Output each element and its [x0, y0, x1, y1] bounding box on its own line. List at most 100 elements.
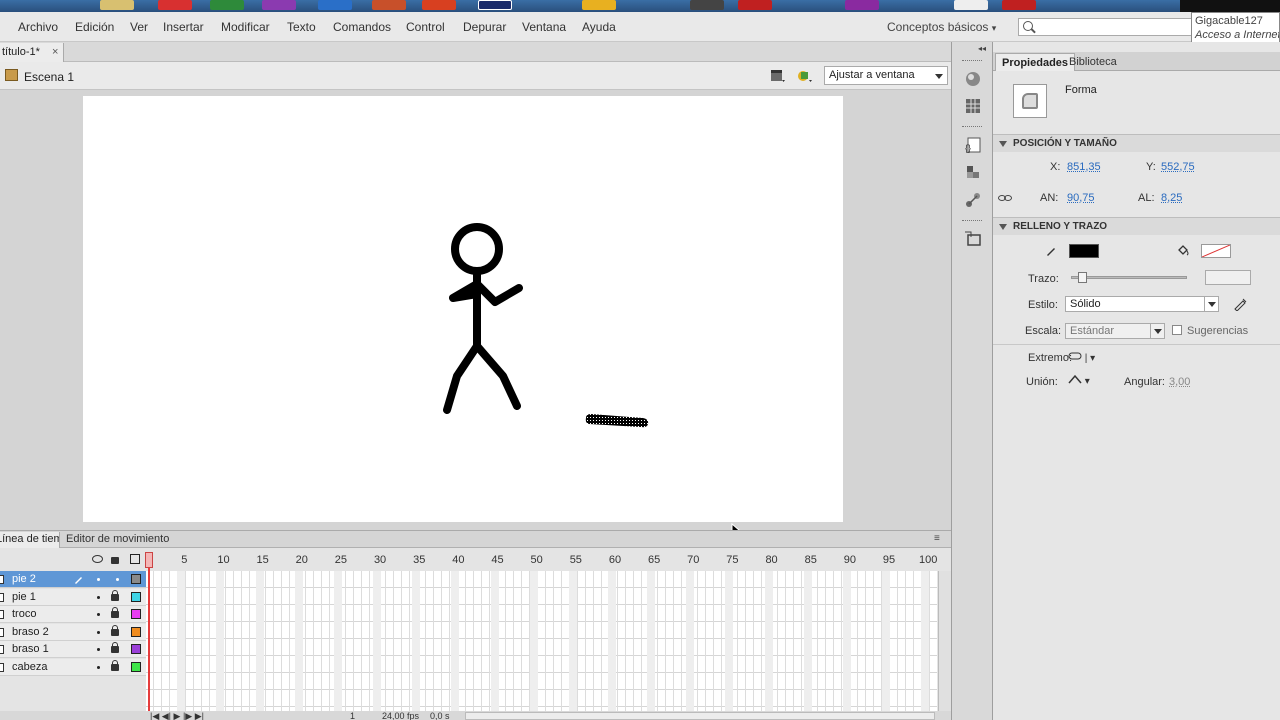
frame-ruler[interactable]: 1510152025303540455055606570758085909510… — [0, 549, 951, 571]
tab-timeline[interactable]: Línea de tiempo — [0, 532, 60, 548]
frame-rate[interactable]: 24,00 fps — [382, 711, 419, 720]
menu-ver[interactable]: Ver — [130, 20, 148, 34]
visibility-toggle[interactable] — [97, 578, 100, 581]
visibility-toggle[interactable] — [97, 665, 100, 669]
stick-figure-drawing[interactable] — [83, 96, 843, 522]
stage[interactable] — [83, 96, 843, 522]
lock-icon[interactable] — [111, 607, 119, 618]
menu-insertar[interactable]: Insertar — [163, 20, 204, 34]
menu-modificar[interactable]: Modificar — [221, 20, 270, 34]
document-tab[interactable]: título-1* × — [0, 43, 64, 62]
taskbar-app-icon[interactable] — [262, 0, 296, 10]
taskbar-app-icon[interactable] — [372, 0, 406, 10]
taskbar-app-icon[interactable] — [318, 0, 352, 10]
layer-name[interactable]: pie 2 — [12, 573, 36, 585]
motion-presets-icon[interactable] — [964, 191, 982, 209]
timeline-scrollbar[interactable] — [938, 571, 951, 711]
visibility-toggle[interactable] — [97, 613, 100, 616]
layer-name[interactable]: troco — [12, 608, 36, 620]
layer-color-box[interactable] — [131, 644, 141, 654]
menu-depurar[interactable]: Depurar — [463, 20, 506, 34]
layer-name[interactable]: braso 2 — [12, 626, 49, 638]
color-icon[interactable] — [964, 70, 982, 88]
components-icon[interactable] — [964, 163, 982, 181]
tab-motion-editor[interactable]: Editor de movimiento — [62, 532, 172, 548]
layer-name[interactable]: cabeza — [12, 661, 47, 673]
x-value[interactable]: 851,35 — [1067, 161, 1101, 173]
stroke-slider[interactable] — [1071, 276, 1187, 279]
taskbar-app-icon[interactable] — [690, 0, 724, 10]
menu-comandos[interactable]: Comandos — [333, 20, 391, 34]
taskbar-app-icon[interactable] — [1002, 0, 1036, 10]
lock-icon[interactable] — [111, 589, 119, 601]
menu-control[interactable]: Control — [406, 20, 445, 34]
hints-checkbox[interactable] — [1172, 325, 1182, 335]
taskbar-app-icon[interactable] — [158, 0, 192, 10]
edit-style-pencil-icon[interactable] — [1233, 297, 1247, 311]
section-fill-stroke[interactable]: RELLENO Y TRAZO — [993, 217, 1280, 235]
playhead-handle[interactable] — [145, 552, 153, 568]
figure-leg-1[interactable] — [443, 342, 481, 414]
zoom-select[interactable]: Ajustar a ventana — [824, 66, 948, 85]
frame-grid[interactable] — [146, 571, 937, 711]
stroke-style-select[interactable]: Sólido — [1065, 296, 1219, 312]
lock-icon[interactable] — [111, 659, 119, 671]
layer-color-box[interactable] — [131, 626, 141, 637]
layer-row[interactable]: braso 1 — [0, 641, 146, 658]
panel-menu-icon[interactable]: ≡ — [934, 533, 940, 544]
menu-archivo[interactable]: Archivo — [18, 20, 58, 34]
tab-library[interactable]: Biblioteca — [1063, 53, 1123, 71]
layer-row[interactable]: troco — [0, 606, 146, 623]
help-search-input[interactable] — [1018, 18, 1198, 36]
stroke-slider-thumb[interactable] — [1078, 272, 1087, 283]
taskbar-app-icon[interactable] — [100, 0, 134, 10]
taskbar-app-icon[interactable] — [582, 0, 616, 10]
edit-scene-icon[interactable] — [770, 69, 786, 83]
join-style-select[interactable]: ▾ — [1068, 374, 1090, 387]
layer-name[interactable]: pie 1 — [12, 591, 36, 603]
layer-row[interactable]: cabeza — [0, 658, 146, 676]
edit-symbols-icon[interactable] — [797, 69, 813, 83]
swatches-icon[interactable] — [964, 97, 982, 115]
taskbar-app-icon[interactable] — [478, 0, 512, 10]
menu-texto[interactable]: Texto — [287, 20, 316, 34]
stroke-color-swatch[interactable] — [1069, 244, 1099, 258]
taskbar-app-icon[interactable] — [845, 0, 879, 10]
layer-row[interactable]: pie 1 — [0, 588, 146, 606]
menu-edicion[interactable]: Edición — [75, 20, 114, 34]
figure-head[interactable] — [451, 223, 503, 275]
link-icon[interactable] — [998, 194, 1012, 202]
visibility-toggle[interactable] — [97, 595, 100, 599]
current-frame[interactable]: 1 — [350, 711, 355, 720]
fill-color-swatch[interactable] — [1201, 244, 1231, 258]
layer-name[interactable]: braso 1 — [12, 643, 49, 655]
lock-icon[interactable] — [111, 642, 119, 653]
taskbar-app-icon[interactable] — [954, 0, 988, 10]
figure-leg-2[interactable] — [473, 342, 521, 410]
collapse-arrows-icon[interactable]: ◂◂ — [978, 44, 986, 53]
figure-arms[interactable] — [449, 280, 523, 306]
layer-row[interactable]: braso 2 — [0, 623, 146, 641]
visibility-toggle[interactable] — [97, 648, 100, 651]
playhead[interactable] — [148, 552, 150, 712]
menu-ventana[interactable]: Ventana — [522, 20, 566, 34]
taskbar-app-icon[interactable] — [210, 0, 244, 10]
height-value[interactable]: 8,25 — [1161, 192, 1182, 204]
layer-row[interactable]: pie 2 — [0, 571, 146, 588]
layer-color-box[interactable] — [131, 661, 141, 672]
layer-color-box[interactable] — [131, 591, 141, 602]
y-value[interactable]: 552,75 — [1161, 161, 1195, 173]
lock-toggle[interactable] — [116, 578, 119, 581]
actions-icon[interactable]: {} — [964, 136, 982, 154]
taskbar-app-icon[interactable] — [738, 0, 772, 10]
menu-ayuda[interactable]: Ayuda — [582, 20, 616, 34]
workspace-switcher[interactable]: Conceptos básicos ▾ — [887, 20, 996, 34]
layer-color-box[interactable] — [131, 609, 141, 619]
close-icon[interactable]: × — [52, 46, 58, 58]
lock-icon[interactable] — [111, 624, 119, 636]
section-position-size[interactable]: POSICIÓN Y TAMAÑO — [993, 134, 1280, 152]
play-controls[interactable]: |◀ ◀| ▶ |▶ ▶| — [150, 711, 204, 720]
cap-style-select[interactable]: | ▾ — [1068, 351, 1095, 364]
layer-color-box[interactable] — [131, 574, 141, 584]
horizontal-scrollbar[interactable] — [465, 712, 935, 720]
